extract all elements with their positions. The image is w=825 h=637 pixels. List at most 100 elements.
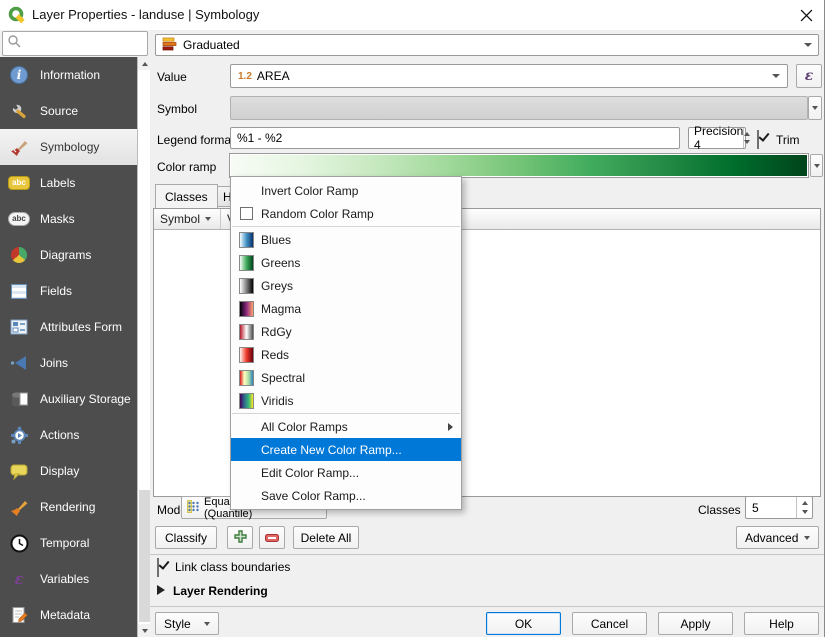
symbol-dropdown-button[interactable] [808,96,822,120]
symbol-preview [230,96,808,120]
temporal-icon [7,531,31,555]
expand-arrow-icon[interactable] [157,585,165,595]
renderer-select[interactable]: Graduated [155,34,819,56]
menu-separator [232,413,460,414]
sidebar-item-attributes-form[interactable]: Attributes Form [0,309,137,345]
help-button[interactable]: Help [744,612,819,635]
delete-all-button[interactable]: Delete All [293,526,359,549]
apply-button[interactable]: Apply [658,612,733,635]
link-class-boundaries-label: Link class boundaries [175,560,290,574]
color-ramp-label: Color ramp [157,160,216,174]
epsilon-icon: ε [805,68,814,84]
scroll-down-icon[interactable] [138,624,151,637]
link-class-boundaries-checkbox[interactable] [157,558,159,577]
legend-format-input[interactable]: %1 - %2 [230,127,680,149]
menu-item-spectral[interactable]: Spectral [231,366,461,389]
magma-ramp-swatch [239,301,254,317]
menu-item-greys[interactable]: Greys [231,274,461,297]
cancel-button[interactable]: Cancel [572,612,647,635]
sidebar-item-labels[interactable]: abc Labels [0,165,137,201]
reds-ramp-swatch [239,347,254,363]
trim-checkbox[interactable] [757,130,759,149]
blues-ramp-swatch [239,232,254,248]
symbol-label: Symbol [157,102,197,116]
ok-button[interactable]: OK [486,612,561,635]
sidebar-item-fields[interactable]: Fields [0,273,137,309]
tab-classes[interactable]: Classes [155,184,218,208]
scrollbar-thumb[interactable] [139,490,150,622]
divider [150,554,825,555]
sidebar-item-temporal[interactable]: Temporal [0,525,137,561]
sidebar-item-rendering[interactable]: Rendering [0,489,137,525]
menu-item-viridis[interactable]: Viridis [231,389,461,412]
spectral-ramp-swatch [239,370,254,386]
titlebar: Layer Properties - landuse | Symbology [0,0,825,30]
variables-icon: ε [7,567,31,591]
source-icon [7,99,31,123]
value-field-combo[interactable]: 1.2 AREA [230,64,788,88]
masks-icon: abc [7,207,31,231]
menu-item-invert-color-ramp[interactable]: Invert Color Ramp [231,179,461,202]
sidebar-item-diagrams[interactable]: Diagrams [0,237,137,273]
precision-spinbox[interactable]: Precision 4 [688,127,746,149]
sidebar: i Information Source Symbology [0,57,150,637]
sidebar-scrollbar[interactable] [137,57,150,637]
style-menu-button[interactable]: Style [155,612,219,635]
menu-item-blues[interactable]: Blues [231,228,461,251]
sidebar-item-metadata[interactable]: Metadata [0,597,137,633]
display-icon [7,459,31,483]
add-class-button[interactable] [227,526,253,549]
color-ramp-dropdown-button[interactable] [810,154,823,177]
chevron-down-icon [804,536,810,540]
attributes-form-icon [7,315,31,339]
menu-separator [232,226,460,227]
rdgy-ramp-swatch [239,324,254,340]
close-icon[interactable] [794,4,818,26]
spin-arrows[interactable] [743,128,750,148]
sidebar-item-display[interactable]: Display [0,453,137,489]
auxiliary-storage-icon [7,387,31,411]
layer-properties-dialog: Layer Properties - landuse | Symbology i… [0,0,825,637]
classes-count-label: Classes [698,503,741,517]
advanced-button[interactable]: Advanced [736,526,819,549]
menu-item-reds[interactable]: Reds [231,343,461,366]
menu-item-all-color-ramps[interactable]: All Color Ramps [231,415,461,438]
random-ramp-checkbox[interactable] [240,207,253,220]
sidebar-item-source[interactable]: Source [0,93,137,129]
sidebar-item-information[interactable]: i Information [0,57,137,93]
scroll-up-icon[interactable] [138,57,151,70]
chevron-down-icon [804,43,812,47]
remove-class-button[interactable] [259,526,285,549]
sidebar-item-auxiliary-storage[interactable]: Auxiliary Storage [0,381,137,417]
sidebar-item-joins[interactable]: Joins [0,345,137,381]
sidebar-item-symbology[interactable]: Symbology [0,129,137,165]
sidebar-item-actions[interactable]: Actions [0,417,137,453]
sidebar-search [2,31,148,56]
metadata-icon [7,603,31,627]
classes-spinbox[interactable]: 5 [745,496,813,519]
menu-item-save-color-ramp[interactable]: Save Color Ramp... [231,484,461,507]
greys-ramp-swatch [239,278,254,294]
menu-item-rdgy[interactable]: RdGy [231,320,461,343]
window-title: Layer Properties - landuse | Symbology [32,0,259,30]
search-input[interactable] [21,37,137,51]
qgis-logo-icon [8,6,26,29]
color-ramp-preview[interactable] [230,154,808,177]
search-icon [7,34,21,53]
sidebar-item-variables[interactable]: ε Variables [0,561,137,597]
expression-builder-button[interactable]: ε [796,64,822,88]
rendering-icon [7,495,31,519]
viridis-ramp-swatch [239,393,254,409]
layer-rendering-section[interactable]: Layer Rendering [173,584,268,598]
symbology-icon [7,135,31,159]
menu-item-edit-color-ramp[interactable]: Edit Color Ramp... [231,461,461,484]
column-header-symbol[interactable]: Symbol [154,209,221,229]
menu-item-magma[interactable]: Magma [231,297,461,320]
sidebar-item-masks[interactable]: abc Masks [0,201,137,237]
menu-item-random-color-ramp[interactable]: Random Color Ramp [231,202,461,225]
trim-label: Trim [776,133,800,147]
classify-button[interactable]: Classify [155,526,217,549]
spin-arrows[interactable] [796,497,812,518]
menu-item-greens[interactable]: Greens [231,251,461,274]
menu-item-create-new-color-ramp[interactable]: Create New Color Ramp... [231,438,461,461]
